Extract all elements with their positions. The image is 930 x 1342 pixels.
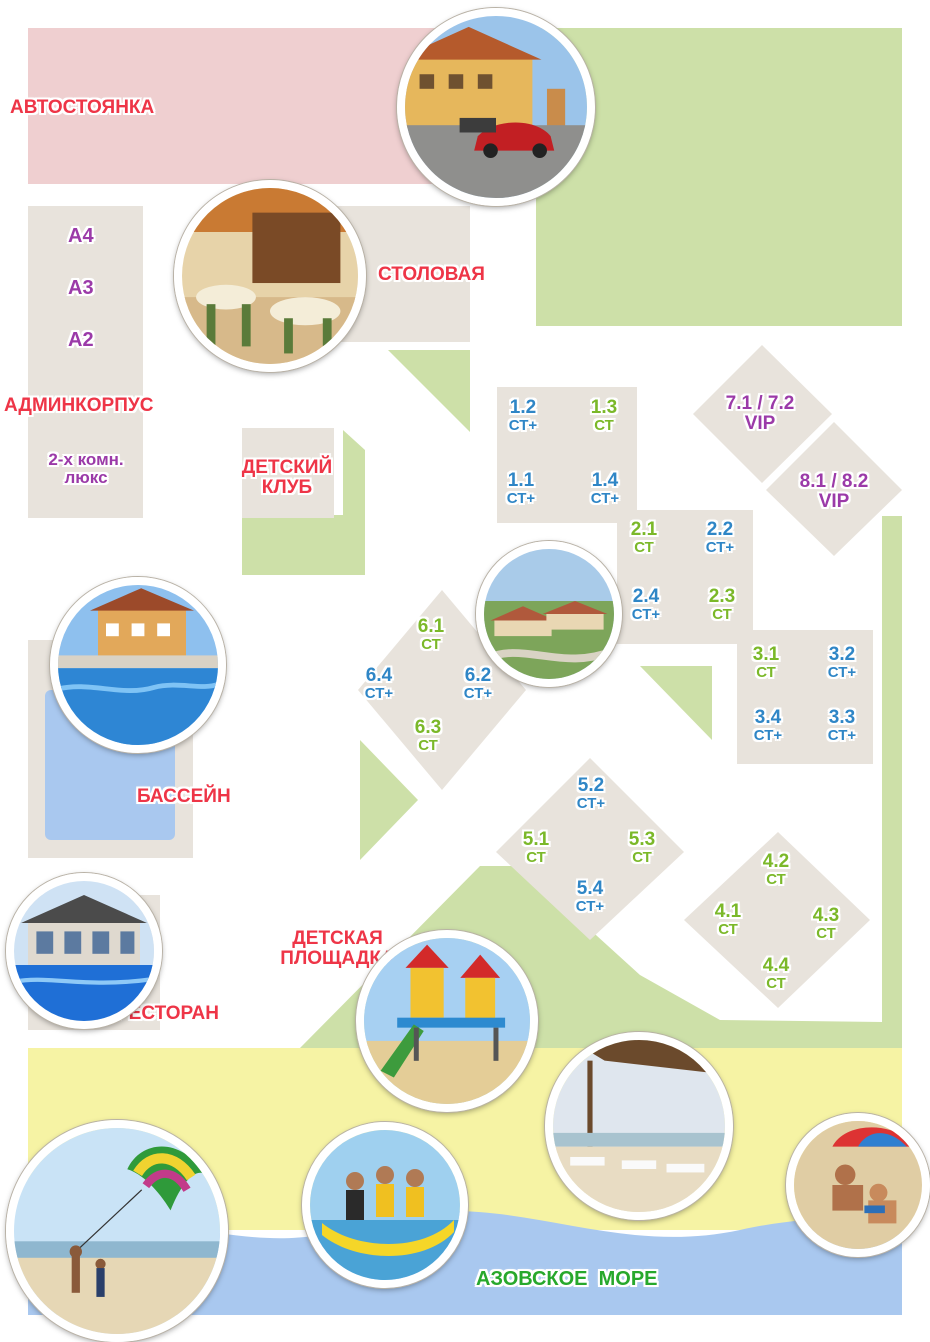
unit-number: 4.2 [762, 851, 790, 872]
admin-unit-a2: А2 [68, 329, 94, 351]
banana-boat-photo-icon [302, 1122, 468, 1288]
unit-number: 3.2 [828, 644, 856, 665]
unit-number: 1.2 [509, 397, 537, 418]
beach-canopy-photo-icon [545, 1032, 733, 1220]
unit-label: 1.3 СТ [554, 398, 654, 434]
unit-number: 5.3 [628, 829, 656, 850]
unit-label: 5.3 СТ [592, 830, 692, 866]
unit-type: СТ [718, 920, 738, 938]
unit-type: СТ+ [463, 684, 493, 702]
unit-type: СТ+ [576, 794, 606, 812]
unit-number: 3.3 [828, 707, 856, 728]
admin-label: АДМИНКОРПУС [4, 395, 154, 416]
unit-label: 4.2 СТ [726, 852, 826, 888]
unit-number: 6.4 [365, 665, 393, 686]
unit-label: 3.2 СТ+ [792, 645, 892, 681]
suite-label: 2-х комн. люкс [48, 450, 124, 487]
unit-number: 8.1 / 8.2 [799, 471, 869, 492]
unit-label: 8.1 / 8.2 VIP [784, 472, 884, 512]
unit-number: 5.4 [576, 878, 604, 899]
unit-number: 2.4 [632, 586, 660, 607]
restaurant-photo-icon [6, 873, 162, 1029]
pool-label: БАССЕЙН [137, 786, 231, 807]
unit-type: СТ [526, 848, 546, 866]
unit-type: СТ [418, 736, 438, 754]
unit-label: 4.4 СТ [726, 956, 826, 992]
unit-label: 2.3 СТ [672, 587, 772, 623]
unit-number: 4.4 [762, 955, 790, 976]
unit-type: СТ+ [575, 897, 605, 915]
unit-label: 4.1 СТ [678, 902, 778, 938]
parking-photo-icon [397, 8, 595, 206]
unit-type: СТ [421, 635, 441, 653]
unit-label: 3.3 СТ+ [792, 708, 892, 744]
unit-number: 3.4 [754, 707, 782, 728]
unit-type: СТ+ [590, 489, 620, 507]
unit-number: 5.1 [522, 829, 550, 850]
unit-label: 1.4 СТ+ [555, 471, 655, 507]
unit-label: 2.2 СТ+ [670, 520, 770, 556]
unit-number: 5.2 [577, 775, 605, 796]
unit-type: СТ+ [827, 663, 857, 681]
resort-map: АВТОСТОЯНКА СТОЛОВАЯ А4 А3 А2 АДМИНКОРПУ… [0, 0, 930, 1342]
unit-type: СТ [766, 870, 786, 888]
unit-number: 1.1 [507, 470, 535, 491]
unit-label: 6.1 СТ [381, 617, 481, 653]
unit-number: 2.3 [708, 586, 736, 607]
unit-number: 4.1 [714, 901, 742, 922]
parking-label: АВТОСТОЯНКА [10, 97, 155, 118]
unit-number: 2.1 [630, 519, 658, 540]
unit-number: 1.4 [591, 470, 619, 491]
unit-label: 6.4 СТ+ [329, 666, 429, 702]
pool-photo-icon [50, 577, 226, 753]
sunbathers-photo-icon [786, 1113, 930, 1257]
unit-type: СТ+ [827, 726, 857, 744]
unit-type: СТ [594, 416, 614, 434]
unit-type: СТ [766, 974, 786, 992]
sea-label: АЗОВСКОЕ МОРЕ [476, 1268, 658, 1290]
unit-number: 6.3 [414, 717, 442, 738]
parasailing-photo-icon [6, 1120, 228, 1342]
unit-number: 1.3 [590, 397, 618, 418]
unit-label: 4.3 СТ [776, 906, 876, 942]
unit-number: 2.2 [706, 519, 734, 540]
admin-unit-a3: А3 [68, 277, 94, 299]
unit-number: 6.1 [417, 616, 445, 637]
unit-type: СТ [632, 848, 652, 866]
canteen-photo-icon [174, 180, 366, 372]
unit-label: 7.1 / 7.2 VIP [710, 394, 810, 434]
resort-overview-photo-icon [476, 541, 622, 687]
canteen-label: СТОЛОВАЯ [378, 264, 485, 285]
admin-unit-a4: А4 [68, 225, 94, 247]
unit-number: 7.1 / 7.2 [725, 393, 795, 414]
unit-type: VIP [744, 412, 776, 434]
unit-number: 4.3 [812, 905, 840, 926]
unit-label: 5.4 СТ+ [540, 879, 640, 915]
unit-type: СТ+ [364, 684, 394, 702]
unit-label: 5.1 СТ [486, 830, 586, 866]
playground-photo-icon [356, 930, 538, 1112]
unit-type: VIP [818, 490, 850, 512]
unit-label: 5.2 СТ+ [541, 776, 641, 812]
kids-club-label: ДЕТСКИЙ КЛУБ [241, 457, 333, 498]
unit-label: 6.3 СТ [378, 718, 478, 754]
unit-number: 6.2 [464, 665, 492, 686]
unit-type: СТ+ [705, 538, 735, 556]
unit-type: СТ [712, 605, 732, 623]
unit-type: СТ [816, 924, 836, 942]
unit-number: 3.1 [752, 644, 780, 665]
